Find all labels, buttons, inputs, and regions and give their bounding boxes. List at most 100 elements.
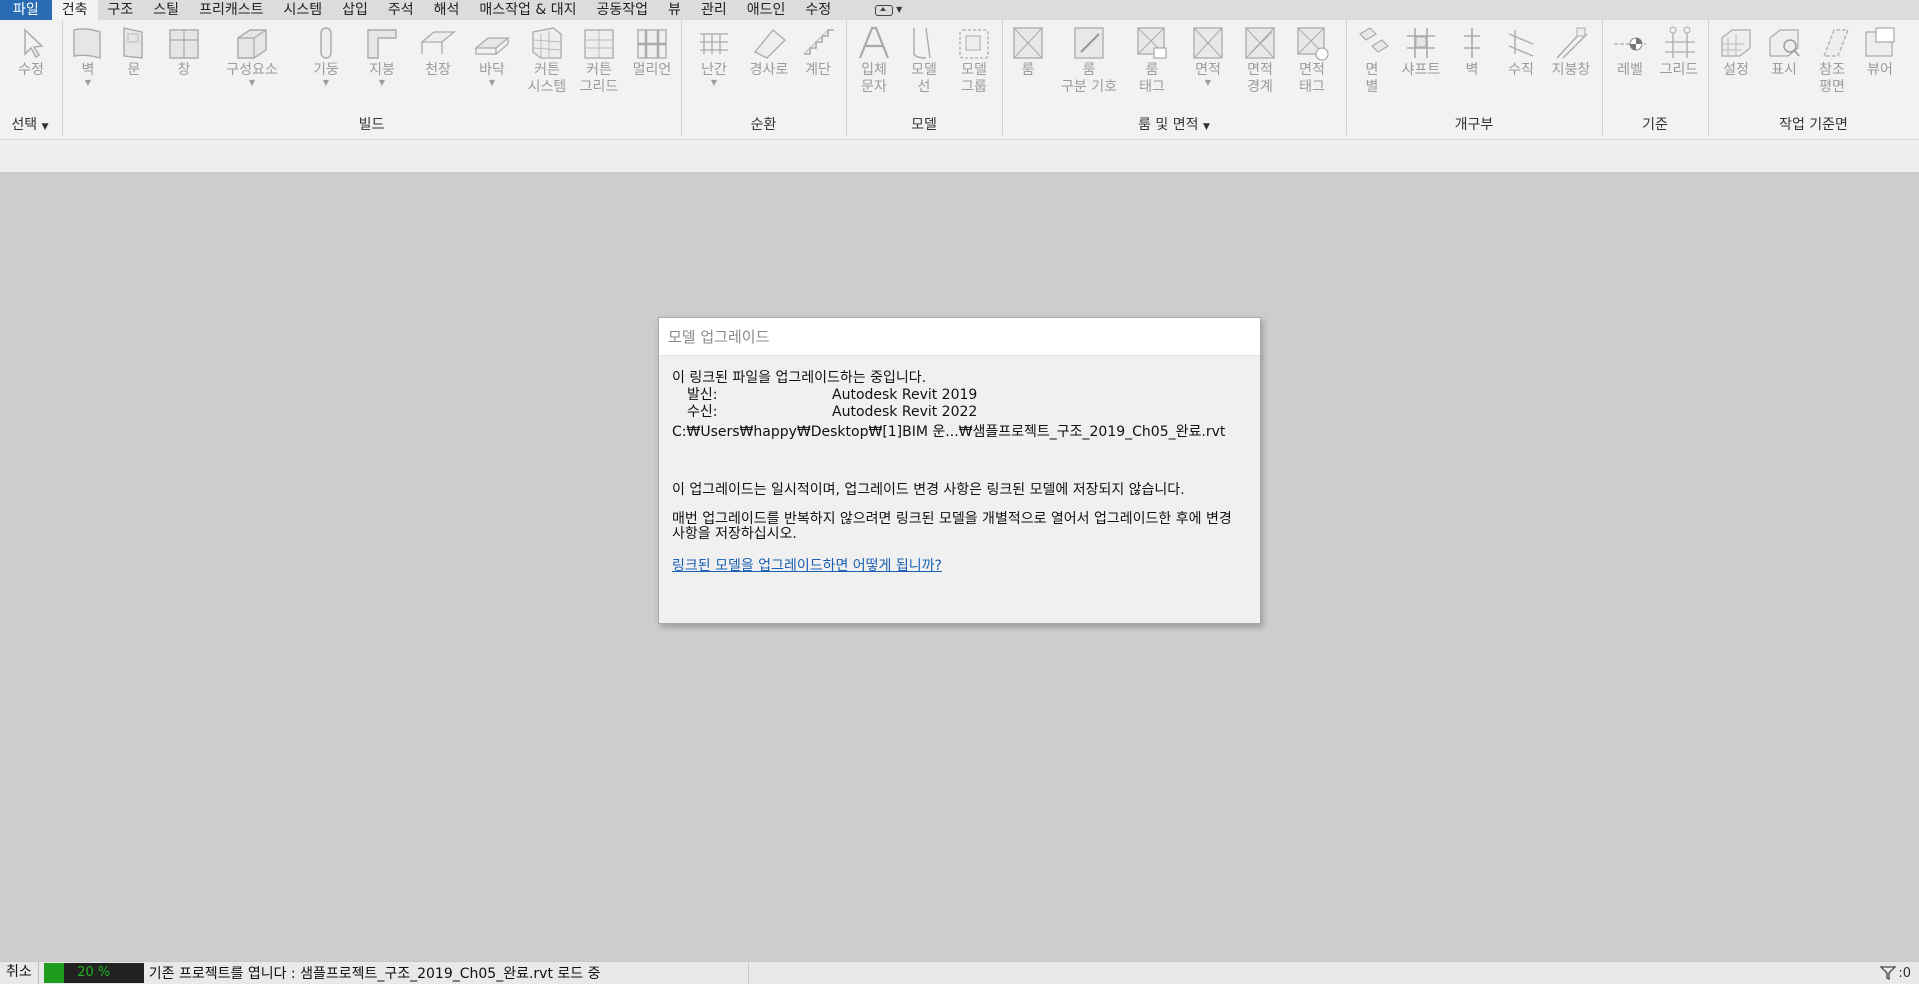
wall-opening-tool[interactable]: 벽	[1452, 20, 1492, 115]
mullion-icon	[634, 24, 670, 62]
model-group-tool[interactable]: 모델 그룹	[952, 20, 996, 115]
modify-tool[interactable]: 수정	[6, 20, 56, 115]
wall-opening-icon	[1454, 24, 1490, 62]
floor-tool[interactable]: 바닥 ▼	[470, 20, 514, 115]
tab-insert[interactable]: 삽입	[332, 0, 378, 20]
mullion-tool[interactable]: 멀리언	[626, 20, 678, 115]
panel-build: 빌드	[358, 117, 385, 133]
model-line-tool[interactable]: 모델 선	[902, 20, 946, 115]
area-tag-tool[interactable]: 면적 태그	[1290, 20, 1334, 115]
ramp-icon	[751, 24, 787, 62]
tab-collaborate[interactable]: 공동작업	[587, 0, 659, 20]
railing-icon	[696, 24, 732, 62]
help-link[interactable]: 링크된 모델을 업그레이드하면 어떻게 됩니까?	[672, 558, 942, 575]
wall-tool[interactable]: 벽 ▼	[68, 20, 108, 115]
component-icon	[234, 24, 270, 62]
by-face-icon	[1354, 24, 1390, 62]
chevron-down-icon: ▼	[84, 78, 92, 87]
stair-tool[interactable]: 계단	[796, 20, 840, 115]
ribbon-display-toggle[interactable]: ▼	[861, 0, 916, 20]
tab-addins[interactable]: 애드인	[737, 0, 796, 20]
curtain-system-icon	[529, 24, 565, 62]
tab-steel[interactable]: 스틸	[143, 0, 189, 20]
shaft-icon	[1403, 24, 1439, 62]
roof-tool[interactable]: 지붕 ▼	[360, 20, 404, 115]
component-tool[interactable]: 구성요소 ▼	[212, 20, 292, 115]
chevron-down-icon: ▼	[378, 78, 386, 87]
filter-count: :0	[1898, 965, 1911, 981]
tab-manage[interactable]: 관리	[691, 0, 737, 20]
ribbon-panel-titles: 선택 ▼ 빌드 순환 모델 룸 및 면적 ▼ 개구부 기준 작업 기준면	[0, 115, 1919, 135]
from-row: 발신: Autodesk Revit 2019	[672, 387, 1247, 404]
dialog-title: 모델 업그레이드	[659, 318, 1260, 356]
file-path: C:₩Users₩happy₩Desktop₩[1]BIM 운...₩샘플프로젝…	[672, 424, 1226, 440]
line-icon	[906, 24, 942, 62]
ref-plane-tool[interactable]: 참조 평면	[1810, 20, 1854, 115]
ribbon-tab-bar: 파일 건축 구조 스틸 프리캐스트 시스템 삽입 주석 해석 매스작업 & 대지…	[0, 0, 1919, 20]
curtain-system-tool[interactable]: 커튼 시스템	[522, 20, 572, 115]
chevron-down-icon: ▼	[1202, 122, 1210, 132]
room-tag-icon	[1134, 24, 1170, 62]
status-bar: 취소 20 % 기존 프로젝트를 엽니다 : 샘플프로젝트_구조_2019_Ch…	[0, 961, 1919, 984]
viewer-tool[interactable]: 뷰어	[1858, 20, 1902, 115]
by-face-tool[interactable]: 면 별	[1352, 20, 1392, 115]
area-boundary-tool[interactable]: 면적 경계	[1238, 20, 1282, 115]
column-tool[interactable]: 기둥 ▼	[304, 20, 348, 115]
tab-modify[interactable]: 수정	[795, 0, 841, 20]
area-tool[interactable]: 면적 ▼	[1186, 20, 1230, 115]
ramp-tool[interactable]: 경사로	[744, 20, 794, 115]
tab-file[interactable]: 파일	[0, 0, 52, 20]
advice-note: 매번 업그레이드를 반복하지 않으려면 링크된 모델을 개별적으로 열어서 업그…	[672, 511, 1232, 542]
tab-architecture[interactable]: 건축	[51, 0, 98, 20]
chevron-down-icon: ▼	[1204, 78, 1212, 87]
workplane-show-icon	[1766, 24, 1802, 62]
viewer-icon	[1862, 24, 1898, 62]
tab-systems[interactable]: 시스템	[273, 0, 332, 20]
ceiling-tool[interactable]: 천장	[416, 20, 460, 115]
panel-room-area[interactable]: 룸 및 면적 ▼	[1002, 115, 1346, 135]
chevron-down-icon: ▼	[896, 5, 903, 14]
door-tool[interactable]: 문	[116, 20, 152, 115]
curtain-grid-icon	[581, 24, 617, 62]
panel-select[interactable]: 선택 ▼	[0, 115, 60, 135]
door-icon	[116, 24, 152, 62]
level-tool[interactable]: 레벨	[1608, 20, 1652, 115]
dormer-tool[interactable]: 지붕창	[1546, 20, 1596, 115]
progress-text: 20 %	[77, 965, 111, 980]
to-value: Autodesk Revit 2022	[832, 404, 978, 420]
roof-icon	[364, 24, 400, 62]
column-icon	[308, 24, 344, 62]
tab-analyze[interactable]: 해석	[424, 0, 470, 20]
tab-massing-site[interactable]: 매스작업 & 대지	[469, 0, 586, 20]
shaft-tool[interactable]: 샤프트	[1398, 20, 1444, 115]
curtain-grid-tool[interactable]: 커튼 그리드	[574, 20, 624, 115]
filter-icon	[1880, 966, 1897, 980]
set-workplane-tool[interactable]: 설정	[1714, 20, 1758, 115]
tab-view[interactable]: 뷰	[658, 0, 691, 20]
room-tool[interactable]: 룸	[1008, 20, 1048, 115]
to-label: 수신:	[687, 404, 718, 420]
selection-filter[interactable]: :0	[1880, 962, 1911, 984]
tab-precast[interactable]: 프리캐스트	[189, 0, 273, 20]
group-icon	[956, 24, 992, 62]
tab-annotate[interactable]: 주석	[378, 0, 424, 20]
cancel-button[interactable]: 취소	[0, 962, 39, 984]
model-text-tool[interactable]: 입체 문자	[852, 20, 896, 115]
room-separator-tool[interactable]: 룸 구분 기호	[1054, 20, 1124, 115]
text-a-icon	[856, 24, 892, 62]
window-tool[interactable]: 창	[166, 20, 202, 115]
dormer-icon	[1553, 24, 1589, 62]
ribbon: 수정 벽 ▼ 문 창 구성요소 ▼ 기둥 ▼ 지붕 ▼ 천장 바닥 ▼ 커튼 시…	[0, 20, 1919, 140]
level-icon	[1612, 24, 1648, 62]
panel-toggle-icon	[875, 4, 894, 16]
workplane-set-icon	[1718, 24, 1754, 62]
area-tag-icon	[1294, 24, 1330, 62]
railing-tool[interactable]: 난간 ▼	[690, 20, 738, 115]
grid-tool[interactable]: 그리드	[1654, 20, 1704, 115]
vertical-opening-icon	[1503, 24, 1539, 62]
vertical-opening-tool[interactable]: 수직	[1500, 20, 1542, 115]
room-tag-tool[interactable]: 룸 태그	[1130, 20, 1174, 115]
tab-structure[interactable]: 구조	[98, 0, 144, 20]
show-workplane-tool[interactable]: 표시	[1762, 20, 1806, 115]
progress-bar: 20 %	[43, 963, 144, 983]
